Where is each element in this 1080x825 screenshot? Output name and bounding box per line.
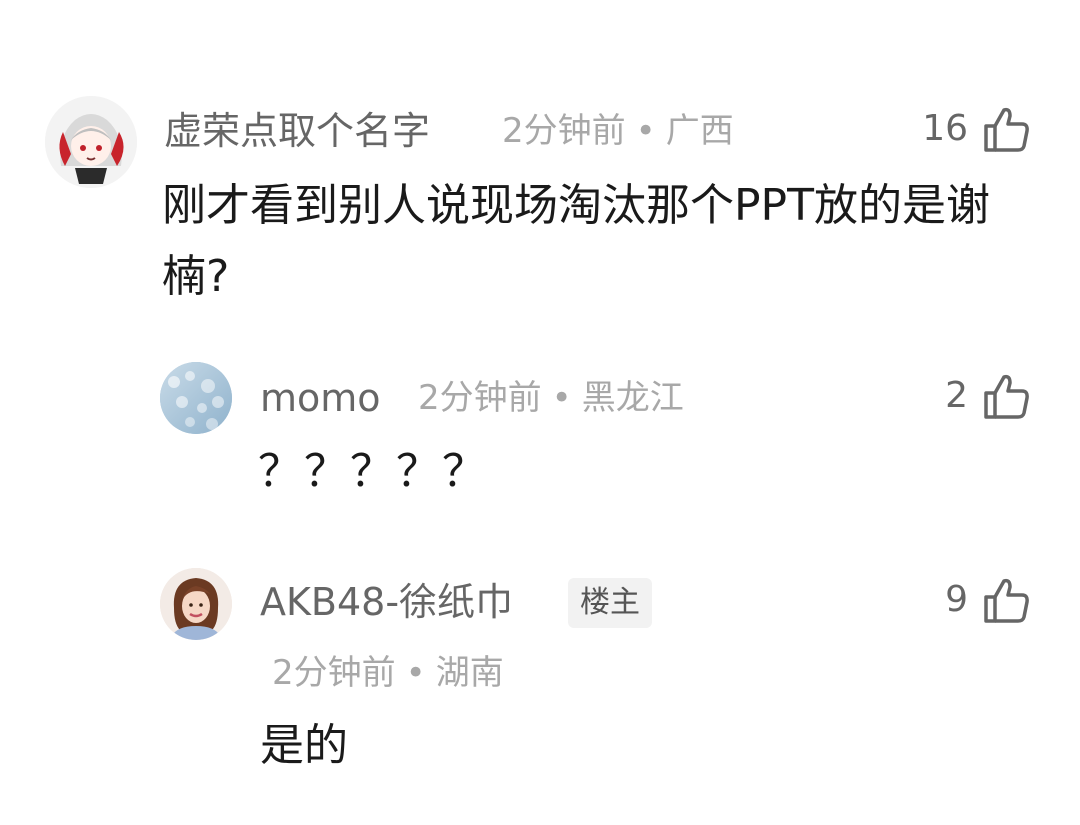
separator-dot: •: [551, 378, 572, 418]
anime-avatar-image: [45, 96, 137, 188]
thumbs-up-icon: [984, 578, 1029, 623]
comment-author[interactable]: AKB48-徐纸巾: [260, 583, 513, 621]
sky-clouds-image: [160, 362, 232, 434]
comment-location: 广西: [665, 111, 734, 151]
avatar-user-3[interactable]: [160, 568, 232, 640]
comment-location: 黑龙江: [581, 378, 684, 418]
op-badge: 楼主: [568, 578, 652, 628]
thumbs-up-icon: [984, 374, 1029, 419]
comment-meta: 2分钟前 • 湖南: [272, 656, 504, 690]
comment-meta: 2分钟前 • 黑龙江: [418, 381, 684, 415]
like-button[interactable]: 16: [922, 102, 1030, 156]
comment-time: 2分钟前: [418, 378, 542, 418]
comment-author[interactable]: 虚荣点取个名字: [164, 112, 430, 150]
separator-dot: •: [635, 111, 656, 151]
comment-text: 刚才看到别人说现场淘汰那个PPT放的是谢楠?: [162, 180, 990, 303]
like-button[interactable]: 2: [945, 369, 1030, 423]
comment-meta: 2分钟前 • 广西: [502, 114, 734, 148]
comment-time: 2分钟前: [502, 111, 626, 151]
like-count: 2: [945, 375, 968, 416]
comment-author[interactable]: momo: [260, 379, 381, 417]
comment-text: 是的: [260, 720, 348, 771]
comment-location: 湖南: [435, 653, 504, 693]
separator-dot: •: [405, 653, 426, 693]
like-count: 9: [945, 579, 968, 620]
comment-text: ？？？？？: [258, 446, 488, 497]
comment-time: 2分钟前: [272, 653, 396, 693]
like-button[interactable]: 9: [945, 573, 1030, 627]
like-count: 16: [922, 108, 968, 149]
woman-portrait-image: [160, 568, 232, 640]
thumbs-up-icon: [984, 107, 1029, 152]
avatar-user-1[interactable]: [45, 96, 137, 188]
avatar-user-2[interactable]: [160, 362, 232, 434]
